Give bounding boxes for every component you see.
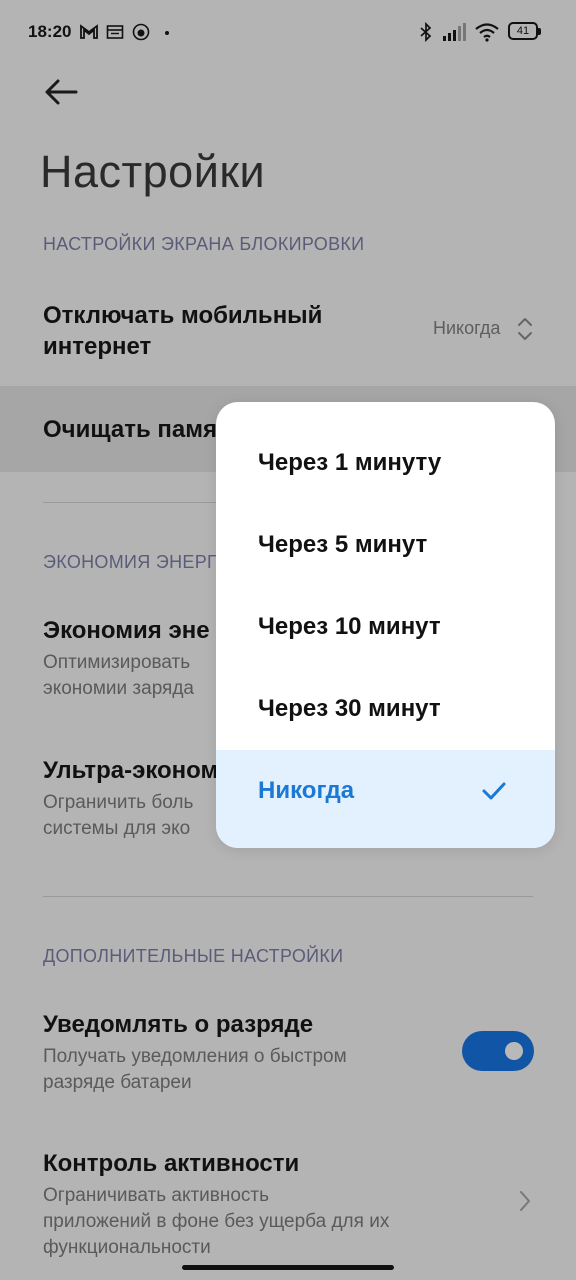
option-label: Через 5 минут <box>258 531 428 558</box>
option-5-minutes[interactable]: Через 5 минут <box>216 504 555 586</box>
setting-ultra-saving-sub-line2: системы для эко <box>43 818 191 839</box>
setting-activity-control-sub-line2: приложений в фоне без ущерба для их <box>43 1211 390 1232</box>
option-label: Через 1 минуту <box>258 449 442 476</box>
setting-energy-saving-title: Экономия эне <box>43 617 210 644</box>
setting-mobile-data-title-line2: интернет <box>43 333 152 360</box>
section-header-energy: ЭКОНОМИЯ ЭНЕРГ <box>43 552 218 572</box>
timeout-options-popup: Через 1 минуту Через 5 минут Через 10 ми… <box>216 402 555 848</box>
section-header-lock-screen: НАСТРОЙКИ ЭКРАНА БЛОКИРОВКИ <box>43 234 365 254</box>
setting-activity-control[interactable]: Контроль активности Ограничивать активно… <box>0 1143 576 1263</box>
status-bar: 18:20 41 <box>0 0 576 64</box>
updown-chevron-icon <box>518 318 532 340</box>
toggle-knob <box>505 1042 523 1060</box>
app-notification-icon <box>132 23 150 41</box>
signal-icon <box>443 23 466 41</box>
gesture-navigation-bar[interactable] <box>182 1265 394 1270</box>
setting-energy-saving-sub-line1: Оптимизировать <box>43 652 191 673</box>
setting-mobile-data-value: Никогда <box>433 318 501 338</box>
page-title: Настройки <box>40 146 266 197</box>
setting-clear-memory-title: Очищать памя <box>43 416 218 443</box>
back-arrow-icon[interactable] <box>40 74 80 114</box>
option-1-minute[interactable]: Через 1 минуту <box>216 422 555 504</box>
setting-mobile-data[interactable]: Отключать мобильный интернет Никогда <box>0 288 576 384</box>
notify-drain-toggle[interactable] <box>462 1031 534 1071</box>
setting-notify-drain-title: Уведомлять о разряде <box>43 1011 314 1038</box>
setting-ultra-saving-sub-line1: Ограничить боль <box>43 792 194 813</box>
gmail-icon <box>80 24 98 39</box>
setting-mobile-data-title-line1: Отключать мобильный <box>43 302 323 329</box>
divider <box>43 896 533 897</box>
calendar-icon <box>106 25 124 39</box>
bluetooth-icon <box>420 22 432 42</box>
setting-ultra-saving-title: Ультра-эконом <box>43 757 219 784</box>
option-30-minutes[interactable]: Через 30 минут <box>216 668 555 750</box>
option-label: Через 10 минут <box>258 613 441 640</box>
setting-energy-saving-sub-line2: экономии заряда <box>43 678 194 699</box>
checkmark-icon <box>482 782 506 800</box>
chevron-right-icon <box>520 1191 530 1211</box>
battery-indicator: 41 <box>508 22 541 40</box>
setting-activity-control-sub-line3: функциональности <box>43 1237 211 1258</box>
setting-activity-control-title: Контроль активности <box>43 1150 300 1177</box>
option-10-minutes[interactable]: Через 10 минут <box>216 586 555 668</box>
option-label: Через 30 минут <box>258 695 441 722</box>
option-label: Никогда <box>258 777 355 804</box>
section-header-extra: ДОПОЛНИТЕЛЬНЫЕ НАСТРОЙКИ <box>43 946 344 966</box>
setting-notify-drain-sub-line2: разряде батареи <box>43 1072 192 1093</box>
more-notifications-dot-icon <box>165 31 169 35</box>
wifi-icon <box>475 23 499 42</box>
status-time: 18:20 <box>28 22 72 41</box>
setting-activity-control-sub-line1: Ограничивать активность <box>43 1185 270 1206</box>
option-never-selected[interactable]: Никогда <box>216 750 555 848</box>
setting-notify-drain-sub-line1: Получать уведомления о быстром <box>43 1046 347 1067</box>
